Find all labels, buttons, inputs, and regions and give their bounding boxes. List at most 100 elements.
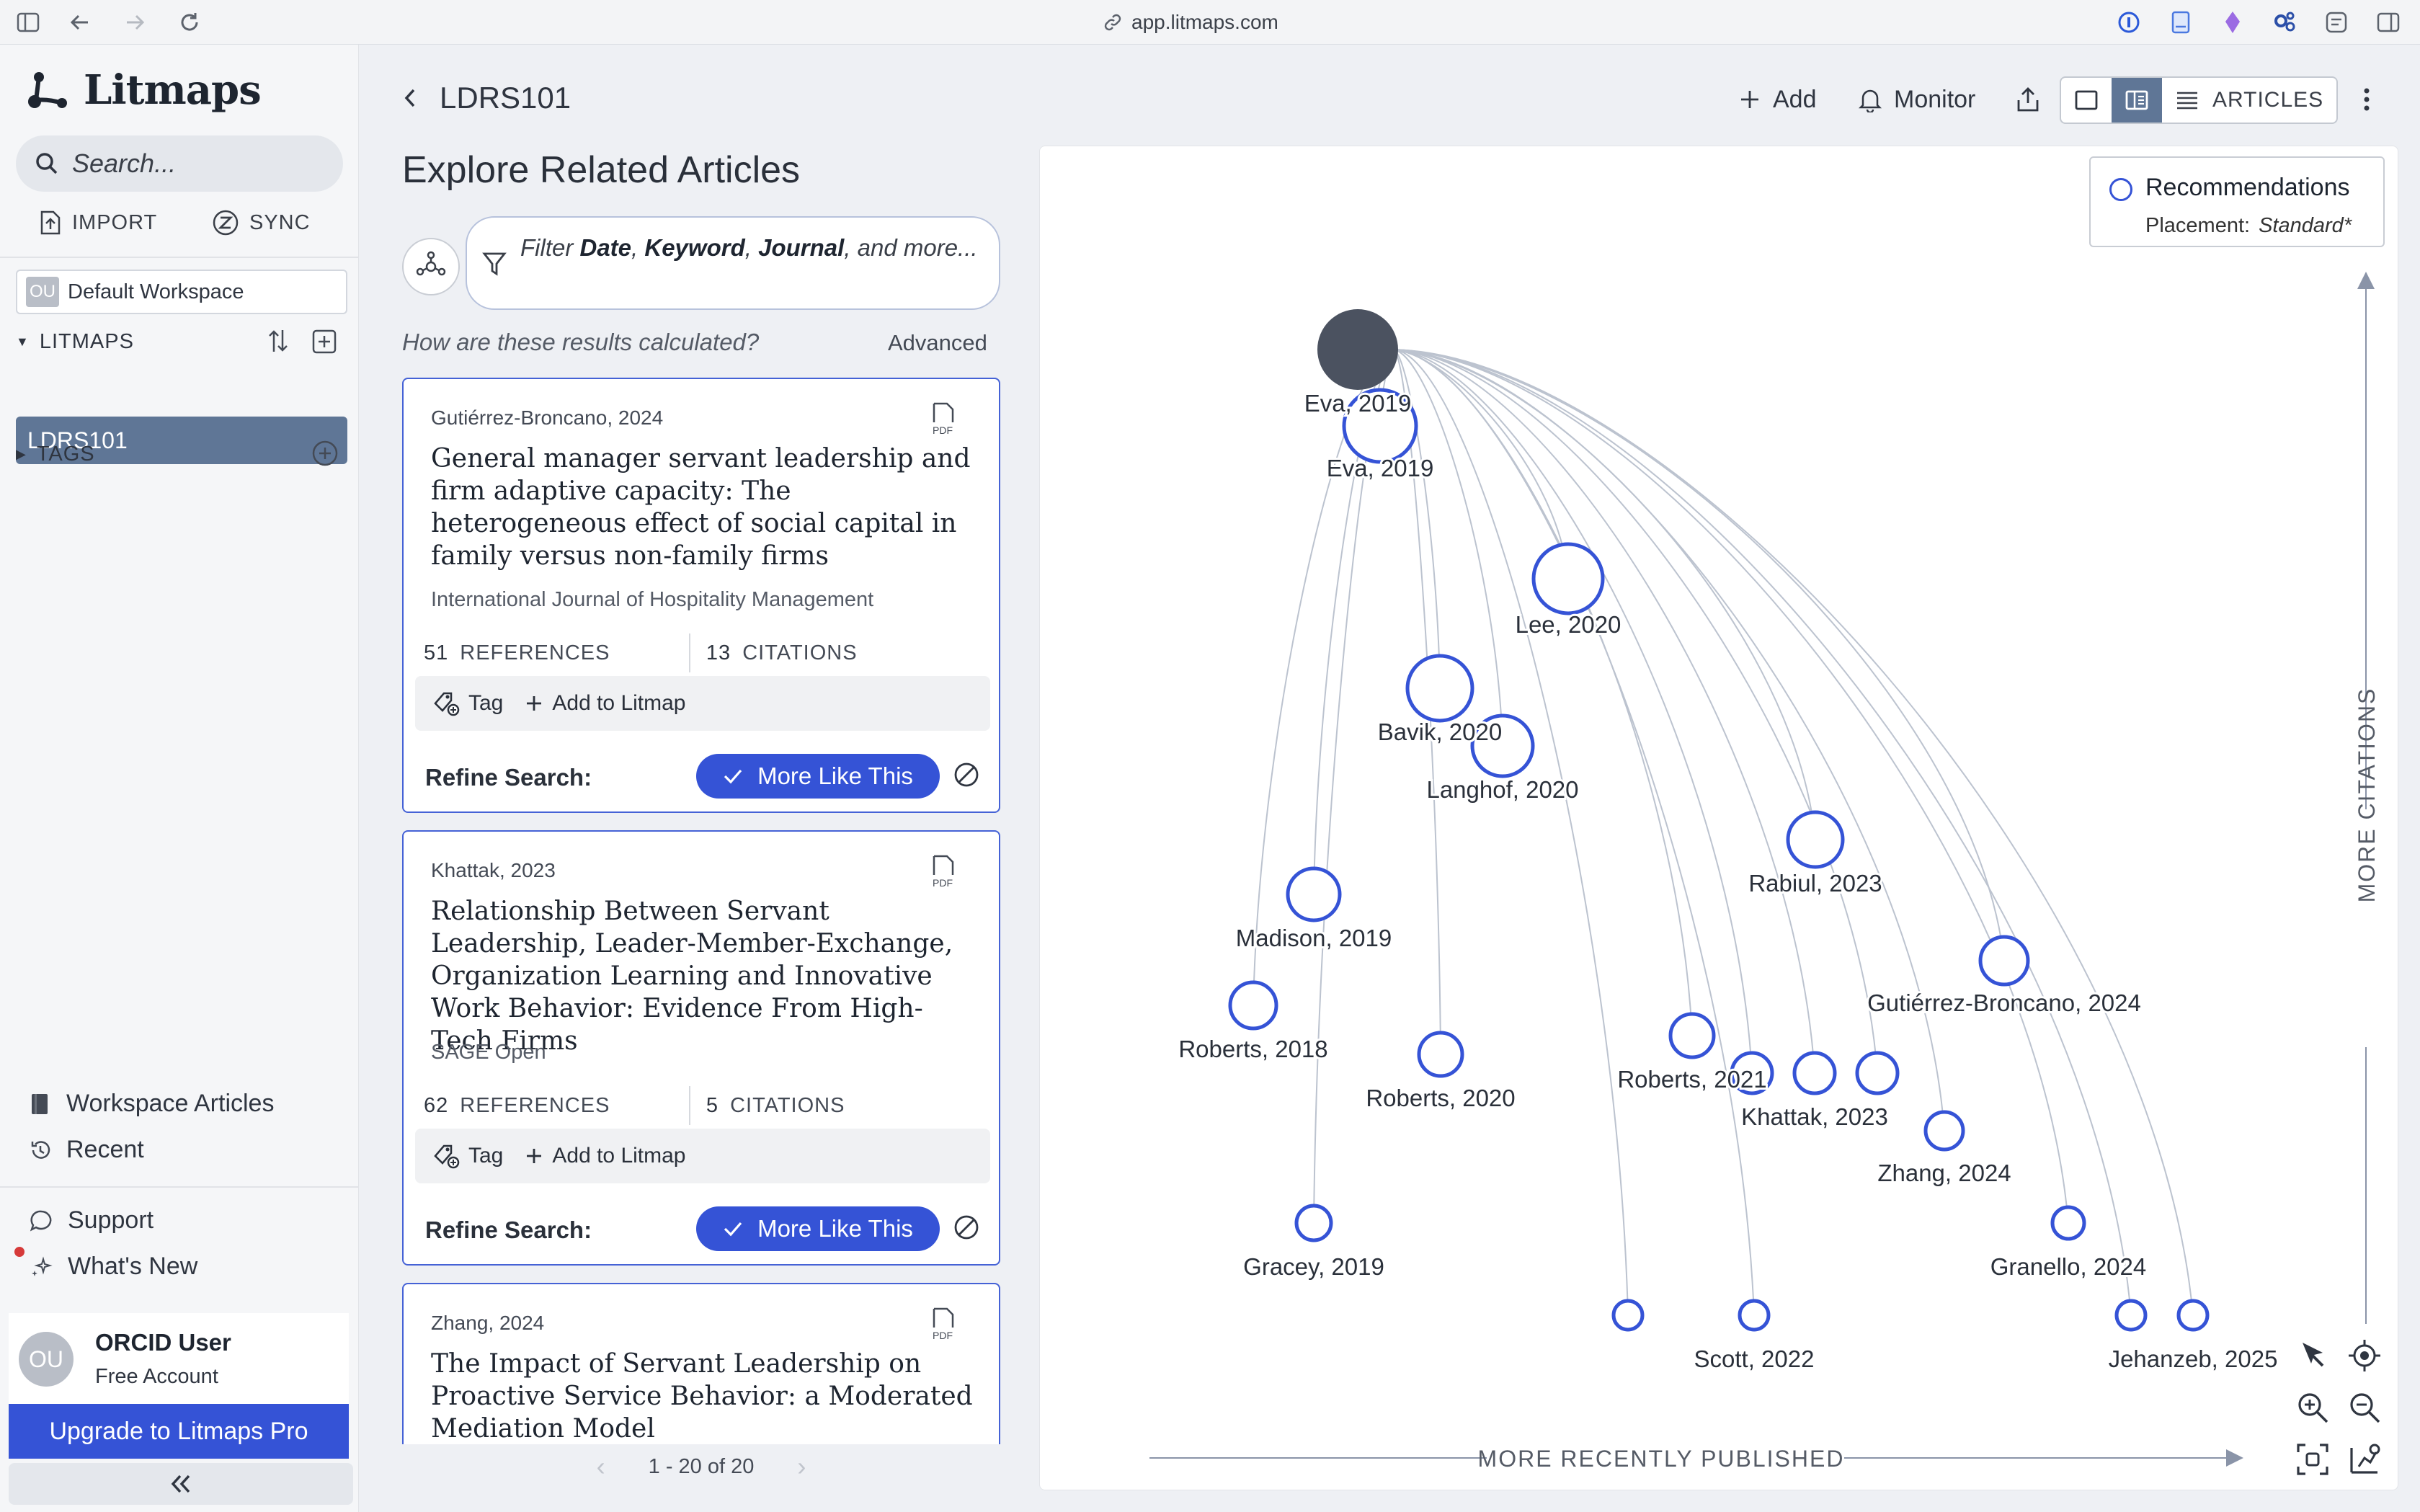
article-node[interactable] (1294, 1204, 1333, 1242)
locate-icon[interactable] (2346, 1337, 2383, 1374)
result-card[interactable]: Gutiérrez-Broncano, 2024 PDF General man… (402, 378, 1000, 813)
results-calculation-link[interactable]: How are these results calculated? (402, 329, 759, 356)
pdf-icon[interactable]: PDF (927, 853, 958, 888)
more-like-this-button[interactable]: More Like This (696, 1206, 940, 1251)
result-card[interactable]: Zhang, 2024 PDF The Impact of Servant Le… (402, 1283, 1000, 1444)
recommendations-legend[interactable]: Recommendations Placement: Standard* (2089, 156, 2385, 247)
workspace-articles-link[interactable]: Workspace Articles (29, 1090, 274, 1118)
sync-button[interactable]: SYNC (212, 209, 311, 236)
dismiss-icon[interactable] (953, 761, 980, 788)
tags-section-header[interactable]: ▶ TAGS (16, 443, 95, 466)
sort-icon[interactable] (267, 327, 290, 360)
document-extension-icon[interactable] (2168, 9, 2194, 35)
article-node[interactable] (1228, 980, 1278, 1031)
bell-icon (1858, 89, 1882, 112)
article-node[interactable] (1855, 1051, 1900, 1095)
result-title[interactable]: Relationship Between Servant Leadership,… (431, 895, 979, 1057)
collapse-sidebar-button[interactable] (9, 1463, 353, 1505)
export-button[interactable] (2015, 78, 2041, 121)
article-node[interactable] (1405, 654, 1474, 723)
tag-button[interactable]: Tag (432, 1143, 503, 1169)
graph-canvas[interactable]: Eva, 2019 Eva, 2019 Lee, 2020 Bavik, 2020 La… (1040, 146, 2399, 1491)
fit-to-screen-icon[interactable] (2294, 1441, 2331, 1478)
seed-article-node[interactable] (1317, 309, 1398, 390)
article-node[interactable] (1786, 810, 1845, 869)
password-extension-icon[interactable] (2116, 9, 2142, 35)
zoom-out-icon[interactable] (2346, 1389, 2383, 1426)
support-link[interactable]: Support (29, 1206, 154, 1235)
next-page-icon[interactable]: › (797, 1451, 806, 1482)
sidebar-divider (0, 257, 359, 258)
add-button[interactable]: Add (1738, 78, 1817, 121)
article-node[interactable] (2114, 1299, 2148, 1332)
add-to-litmap-button[interactable]: Add to Litmap (525, 691, 686, 716)
upgrade-button[interactable]: Upgrade to Litmaps Pro (9, 1404, 349, 1459)
article-node[interactable] (1611, 1299, 1645, 1332)
more-like-this-button[interactable]: More Like This (696, 754, 940, 799)
citation-edge (1393, 349, 1816, 840)
citations-count[interactable]: 13 CITATIONS (706, 641, 971, 665)
references-count[interactable]: 62 REFERENCES (424, 1094, 689, 1118)
citation-graph[interactable]: Eva, 2019 Eva, 2019 Lee, 2020 Bavik, 2020 La… (1039, 146, 2398, 1490)
import-button[interactable]: IMPORT (37, 209, 157, 236)
result-author-year: Khattak, 2023 (431, 859, 556, 881)
prev-page-icon[interactable]: ‹ (597, 1451, 605, 1482)
article-node[interactable] (1417, 1031, 1464, 1078)
gem-extension-icon[interactable] (2220, 9, 2246, 35)
result-card[interactable]: Khattak, 2023 PDF Relationship Between S… (402, 830, 1000, 1266)
add-tag-icon[interactable] (311, 440, 339, 473)
reload-icon[interactable] (177, 10, 202, 35)
add-to-litmap-button[interactable]: Add to Litmap (525, 1144, 686, 1168)
chevron-left-icon[interactable] (401, 86, 419, 110)
graph-view-button[interactable] (2061, 78, 2112, 123)
articles-view-button[interactable]: ARTICLES (2162, 88, 2336, 112)
user-card[interactable]: OU ORCID User Free Account (9, 1313, 349, 1404)
forward-icon[interactable] (123, 10, 147, 35)
workspace-selector[interactable]: OU Default Workspace (16, 270, 347, 314)
article-node[interactable] (1792, 1051, 1837, 1095)
dismiss-icon[interactable] (953, 1214, 980, 1241)
result-title[interactable]: The Impact of Servant Leadership on Proa… (431, 1348, 979, 1444)
article-node[interactable] (1668, 1012, 1716, 1059)
brand-logo[interactable]: Litmaps (26, 66, 262, 114)
sidebar-toggle-icon[interactable] (16, 10, 40, 35)
more-options-button[interactable] (2361, 78, 2372, 121)
article-node[interactable] (1978, 935, 2030, 987)
advanced-link[interactable]: Advanced (888, 330, 987, 356)
result-title[interactable]: General manager servant leadership and f… (431, 443, 979, 572)
litmap-title[interactable]: LDRS101 (440, 81, 571, 115)
article-node[interactable] (1923, 1110, 1965, 1152)
zoom-in-icon[interactable] (2294, 1389, 2331, 1426)
recent-label: Recent (66, 1136, 144, 1163)
recent-link[interactable]: Recent (29, 1136, 144, 1164)
add-litmap-icon[interactable] (311, 329, 337, 360)
whats-new-link[interactable]: What's New (29, 1253, 197, 1281)
article-node[interactable] (2050, 1205, 2086, 1241)
pagination: ‹ 1 - 20 of 20 › (402, 1449, 1000, 1485)
search-input[interactable] (72, 148, 332, 179)
search-box[interactable] (16, 135, 343, 192)
monitor-button[interactable]: Monitor (1858, 78, 1975, 121)
pdf-icon[interactable]: PDF (927, 401, 958, 435)
references-count[interactable]: 51 REFERENCES (424, 641, 689, 665)
split-view-icon[interactable] (2375, 9, 2401, 35)
citations-count[interactable]: 5 CITATIONS (706, 1094, 971, 1118)
article-node[interactable] (2176, 1299, 2210, 1332)
article-node[interactable] (1531, 542, 1605, 615)
gears-extension-icon[interactable] (2272, 9, 2297, 35)
pointer-mode-icon[interactable] (2294, 1337, 2331, 1374)
filter-button[interactable]: Filter Date, Keyword, Journal, and more.… (466, 216, 1000, 310)
node-label: Scott, 2022 (1694, 1346, 1815, 1372)
article-node[interactable] (1286, 866, 1342, 922)
litmaps-section-header[interactable]: ▼ LITMAPS (16, 330, 134, 354)
back-icon[interactable] (68, 10, 92, 35)
tag-button[interactable]: Tag (432, 690, 503, 716)
address-bar[interactable]: app.litmaps.com (1103, 9, 1278, 36)
layout-settings-icon[interactable] (2346, 1441, 2383, 1478)
article-node[interactable] (1738, 1299, 1771, 1332)
split-view-button[interactable] (2112, 78, 2162, 123)
node-label: Roberts, 2018 (1178, 1036, 1327, 1062)
network-explore-button[interactable] (402, 238, 460, 295)
list-extension-icon[interactable] (2323, 9, 2349, 35)
pdf-icon[interactable]: PDF (927, 1306, 958, 1340)
